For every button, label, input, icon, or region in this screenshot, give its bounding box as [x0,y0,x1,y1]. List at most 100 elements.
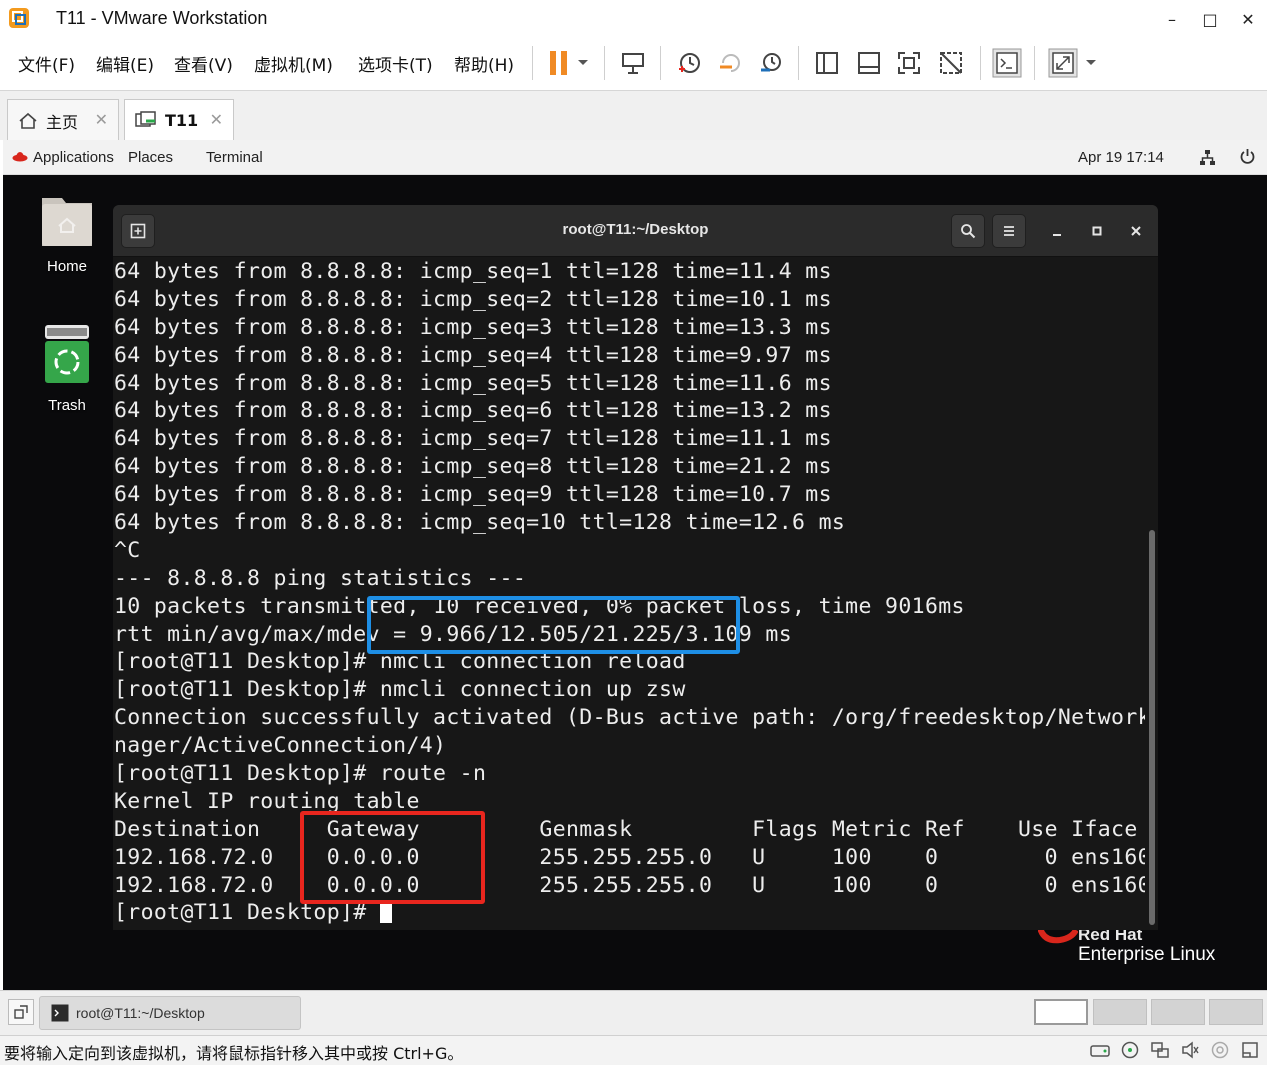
taskbar-terminal-label: root@T11:~/Desktop [76,1005,205,1021]
terminal-line: [root@T11 Desktop]# nmcli connection rel… [114,649,686,675]
show-library-icon[interactable] [808,44,846,82]
close-icon[interactable]: ✕ [210,110,223,129]
full-screen-icon[interactable] [890,44,928,82]
tab-home-label: 主页 [46,112,79,132]
network-adapter-icon[interactable] [1149,1039,1171,1061]
workspace-3[interactable] [1151,999,1205,1025]
terminal-prompt: [root@T11 Desktop]# [114,900,380,926]
terminal-line: Kernel IP routing table [114,788,420,814]
search-icon [961,224,976,239]
redhat-brand: Red Hat Enterprise Linux [1078,930,1215,966]
desktop-home-label: Home [46,258,87,275]
desktop-home-icon[interactable]: Home [27,190,107,275]
maximize-button[interactable]: □ [1191,0,1229,38]
terminal-line: [root@T11 Desktop]# route -n [114,761,487,787]
terminal-line: 64 bytes from 8.8.8.8: icmp_seq=8 ttl=12… [114,454,832,480]
terminal-icon [51,1004,69,1022]
menu-help[interactable]: 帮助(H) [454,51,514,76]
thumbnail-bar-icon[interactable] [850,44,888,82]
sound-icon[interactable] [1179,1039,1201,1061]
terminal-line: 64 bytes from 8.8.8.8: icmp_seq=3 ttl=12… [114,314,832,340]
network-icon[interactable] [1199,149,1216,166]
window-title: T11 - VMware Workstation [56,8,268,28]
cd-dvd-icon[interactable] [1119,1039,1141,1061]
terminal-line: [root@T11 Desktop]# nmcli connection up … [114,677,686,703]
taskbar-terminal-button[interactable]: root@T11:~/Desktop [39,996,301,1030]
home-icon [19,112,37,129]
power-icon[interactable] [1239,148,1256,165]
terminal-line: ^C [114,537,141,563]
workspace-4[interactable] [1209,999,1263,1025]
workspace-1[interactable] [1034,999,1088,1025]
snapshot-icon[interactable] [670,44,708,82]
terminal-line: 64 bytes from 8.8.8.8: icmp_seq=2 ttl=12… [114,286,832,312]
menu-edit[interactable]: 编辑(E) [96,51,154,76]
vm-icon [135,110,156,127]
terminal-window[interactable]: root@T11:~/Desktop 64 bytes from 8.8.8.8… [113,205,1158,930]
terminal-close-button[interactable] [1119,214,1153,248]
maximize-icon [1092,226,1102,236]
pause-dropdown-icon[interactable] [568,44,598,82]
search-button[interactable] [951,214,985,248]
trash-icon [45,325,89,383]
guest-screen[interactable]: Applications Places Terminal Apr 19 17:1… [3,140,1267,990]
tab-t11[interactable]: T11 ✕ [124,99,234,141]
clock[interactable]: Apr 19 17:14 [1078,149,1164,166]
desktop-trash-icon[interactable]: Trash [27,323,107,414]
terminal-line: 192.168.72.0 0.0.0.0 255.255.255.0 U 100… [114,844,1145,870]
terminal-line: Destination Gateway Genmask Flags Metric… [114,816,1138,842]
status-bar: 要将输入定向到该虚拟机，请将鼠标指针移入其中或按 Ctrl+G。 [0,1035,1267,1065]
snapshot-manager-icon[interactable] [752,44,790,82]
unity-mode-icon[interactable] [932,44,970,82]
status-message: 要将输入定向到该虚拟机，请将鼠标指针移入其中或按 Ctrl+G。 [4,1044,464,1063]
message-log-icon[interactable] [1239,1039,1261,1061]
terminal-line: 64 bytes from 8.8.8.8: icmp_seq=9 ttl=12… [114,482,832,508]
show-desktop-button[interactable] [8,999,34,1025]
hard-disk-icon[interactable] [1089,1039,1111,1061]
revert-snapshot-icon[interactable] [712,44,750,82]
brand-top: Red Hat [1078,930,1143,944]
terminal-header: root@T11:~/Desktop [113,205,1158,257]
send-ctrl-alt-del-icon[interactable] [614,44,652,82]
menu-view[interactable]: 查看(V) [174,51,233,76]
terminal-line: 10 packets transmitted, 10 received, 0% … [114,593,965,619]
terminal-line: 192.168.72.0 0.0.0.0 255.255.255.0 U 100… [114,872,1145,898]
stretch-dropdown-icon[interactable] [1076,44,1106,82]
terminal-line: rtt min/avg/max/mdev = 9.966/12.505/21.2… [114,621,792,647]
terminal-prompt-line: [root@T11 Desktop]# [114,899,1145,927]
guest-taskbar: root@T11:~/Desktop [0,990,1267,1035]
terminal-line: nager/ActiveConnection/4) [114,733,447,759]
gnome-top-bar: Applications Places Terminal Apr 19 17:1… [3,140,1267,175]
terminal-line: 64 bytes from 8.8.8.8: icmp_seq=4 ttl=12… [114,342,832,368]
tab-home[interactable]: 主页 ✕ [7,99,119,141]
minimize-button[interactable]: – [1153,0,1191,38]
terminal-line: 64 bytes from 8.8.8.8: icmp_seq=10 ttl=1… [114,510,846,536]
terminal-line: 64 bytes from 8.8.8.8: icmp_seq=1 ttl=12… [114,259,832,284]
menu-file[interactable]: 文件(F) [18,51,75,76]
terminal-app-menu[interactable]: Terminal [206,149,263,166]
tab-bar: 主页 ✕ T11 ✕ [0,90,1267,141]
usb-icon[interactable] [1209,1039,1231,1061]
terminal-line: 64 bytes from 8.8.8.8: icmp_seq=5 ttl=12… [114,370,832,396]
close-icon[interactable]: ✕ [95,110,108,129]
terminal-scrollbar[interactable] [1149,530,1155,925]
vmware-logo-icon [9,8,29,28]
terminal-line: 64 bytes from 8.8.8.8: icmp_seq=6 ttl=12… [114,398,832,424]
brand-bottom: Enterprise Linux [1078,944,1216,965]
terminal-maximize-button[interactable] [1080,214,1114,248]
applications-menu[interactable]: Applications [33,149,114,166]
folder-home-icon [42,198,92,246]
hamburger-icon [1004,226,1014,236]
terminal-output[interactable]: 64 bytes from 8.8.8.8: icmp_seq=1 ttl=12… [113,258,1145,930]
terminal-line: 64 bytes from 8.8.8.8: icmp_seq=7 ttl=12… [114,426,832,452]
menu-vm[interactable]: 虚拟机(M) [254,51,333,76]
console-view-icon[interactable] [988,44,1026,82]
menu-tabs[interactable]: 选项卡(T) [358,51,433,76]
tab-t11-label: T11 [165,111,199,130]
terminal-minimize-button[interactable] [1040,214,1074,248]
close-icon [1131,226,1141,236]
close-button[interactable]: ✕ [1229,0,1267,38]
menu-button[interactable] [992,214,1026,248]
workspace-2[interactable] [1093,999,1147,1025]
places-menu[interactable]: Places [128,149,173,166]
